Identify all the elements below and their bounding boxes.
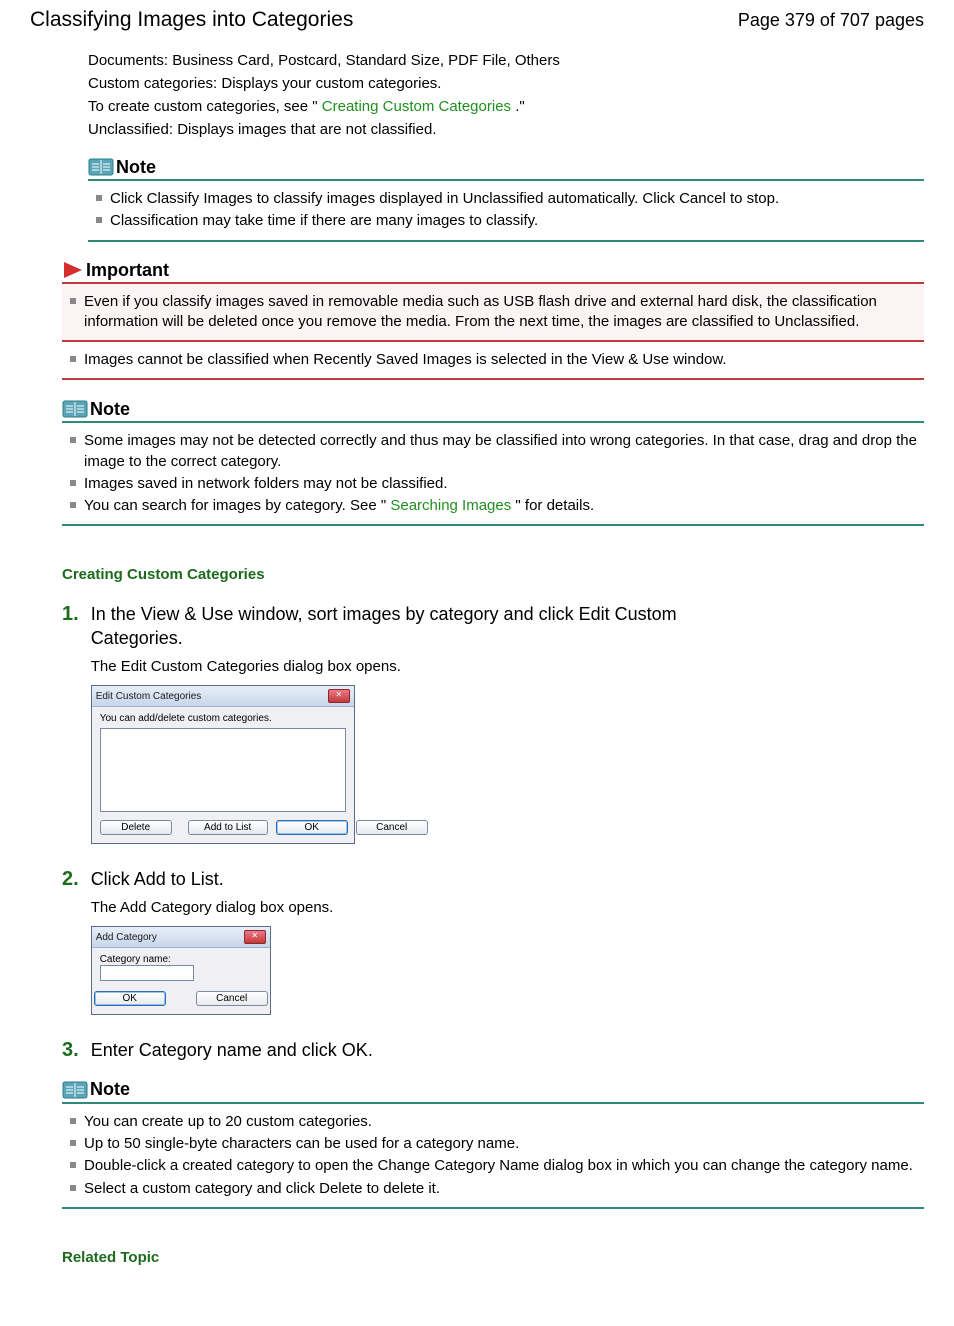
- note2-item-search: You can search for images by category. S…: [84, 496, 924, 516]
- page-number: Page 379 of 707 pages: [738, 10, 924, 31]
- cancel-button[interactable]: Cancel: [196, 991, 268, 1006]
- intro-create-line: To create custom categories, see " Creat…: [88, 98, 760, 115]
- step3-num: 3.: [62, 1039, 79, 1070]
- dialog1-listbox[interactable]: [100, 728, 346, 812]
- note2-item: Some images may not be detected correctl…: [84, 431, 924, 472]
- note-icon: [62, 398, 88, 420]
- delete-button[interactable]: Delete: [100, 820, 172, 835]
- dialog-add-category: Add Category ✕ Category name: OK Cancel: [91, 926, 271, 1015]
- page-title: Classifying Images into Categories: [30, 8, 353, 32]
- ok-button[interactable]: OK: [94, 991, 166, 1006]
- step2-sub: The Add Category dialog box opens.: [91, 899, 760, 916]
- dialog1-title: Edit Custom Categories: [96, 691, 202, 702]
- note2-search-post: " for details.: [515, 497, 594, 514]
- note1-title: Note: [116, 157, 156, 178]
- note1-item: Classification may take time if there ar…: [110, 211, 924, 231]
- note3-item: Up to 50 single-byte characters can be u…: [84, 1134, 924, 1154]
- dialog-edit-custom-categories: Edit Custom Categories ✕ You can add/del…: [91, 685, 355, 844]
- dialog1-hint: You can add/delete custom categories.: [100, 713, 346, 724]
- note2-title: Note: [90, 399, 130, 420]
- related-topic-heading: Related Topic: [62, 1249, 760, 1266]
- note2-search-pre: You can search for images by category. S…: [84, 497, 386, 514]
- note1-item: Click Classify Images to classify images…: [110, 189, 924, 209]
- close-icon[interactable]: ✕: [328, 689, 350, 703]
- intro-create-post: .": [515, 98, 525, 115]
- note3-item: Select a custom category and click Delet…: [84, 1179, 924, 1199]
- section-heading-creating: Creating Custom Categories: [62, 566, 760, 583]
- important-title: Important: [86, 260, 169, 281]
- note2-item: Images saved in network folders may not …: [84, 474, 924, 494]
- intro-create-pre: To create custom categories, see ": [88, 98, 318, 115]
- important-item: Even if you classify images saved in rem…: [84, 292, 924, 333]
- important-flag-icon: [62, 260, 84, 280]
- intro-custom-categories: Custom categories: Displays your custom …: [88, 75, 760, 92]
- dialog2-label: Category name:: [100, 954, 171, 965]
- step2-title: Click Add to List.: [91, 868, 760, 891]
- ok-button[interactable]: OK: [276, 820, 348, 835]
- cancel-button[interactable]: Cancel: [356, 820, 428, 835]
- step1-num: 1.: [62, 603, 79, 848]
- step3-title: Enter Category name and click OK.: [91, 1039, 760, 1062]
- step1-sub: The Edit Custom Categories dialog box op…: [91, 658, 760, 675]
- note3-title: Note: [90, 1079, 130, 1100]
- step2-num: 2.: [62, 868, 79, 1019]
- note-icon: [88, 156, 114, 178]
- intro-unclassified: Unclassified: Displays images that are n…: [88, 121, 760, 138]
- link-searching-images[interactable]: Searching Images: [390, 497, 511, 514]
- add-to-list-button[interactable]: Add to List: [188, 820, 268, 835]
- category-name-input[interactable]: [100, 965, 194, 981]
- note-icon: [62, 1079, 88, 1101]
- note3-item: Double-click a created category to open …: [84, 1156, 924, 1176]
- note3-item: You can create up to 20 custom categorie…: [84, 1112, 924, 1132]
- dialog2-title: Add Category: [96, 932, 157, 943]
- link-creating-custom-categories[interactable]: Creating Custom Categories: [322, 98, 511, 115]
- intro-documents: Documents: Business Card, Postcard, Stan…: [88, 52, 760, 69]
- close-icon[interactable]: ✕: [244, 930, 266, 944]
- important-item: Images cannot be classified when Recentl…: [84, 350, 924, 370]
- step1-title: In the View & Use window, sort images by…: [91, 603, 760, 650]
